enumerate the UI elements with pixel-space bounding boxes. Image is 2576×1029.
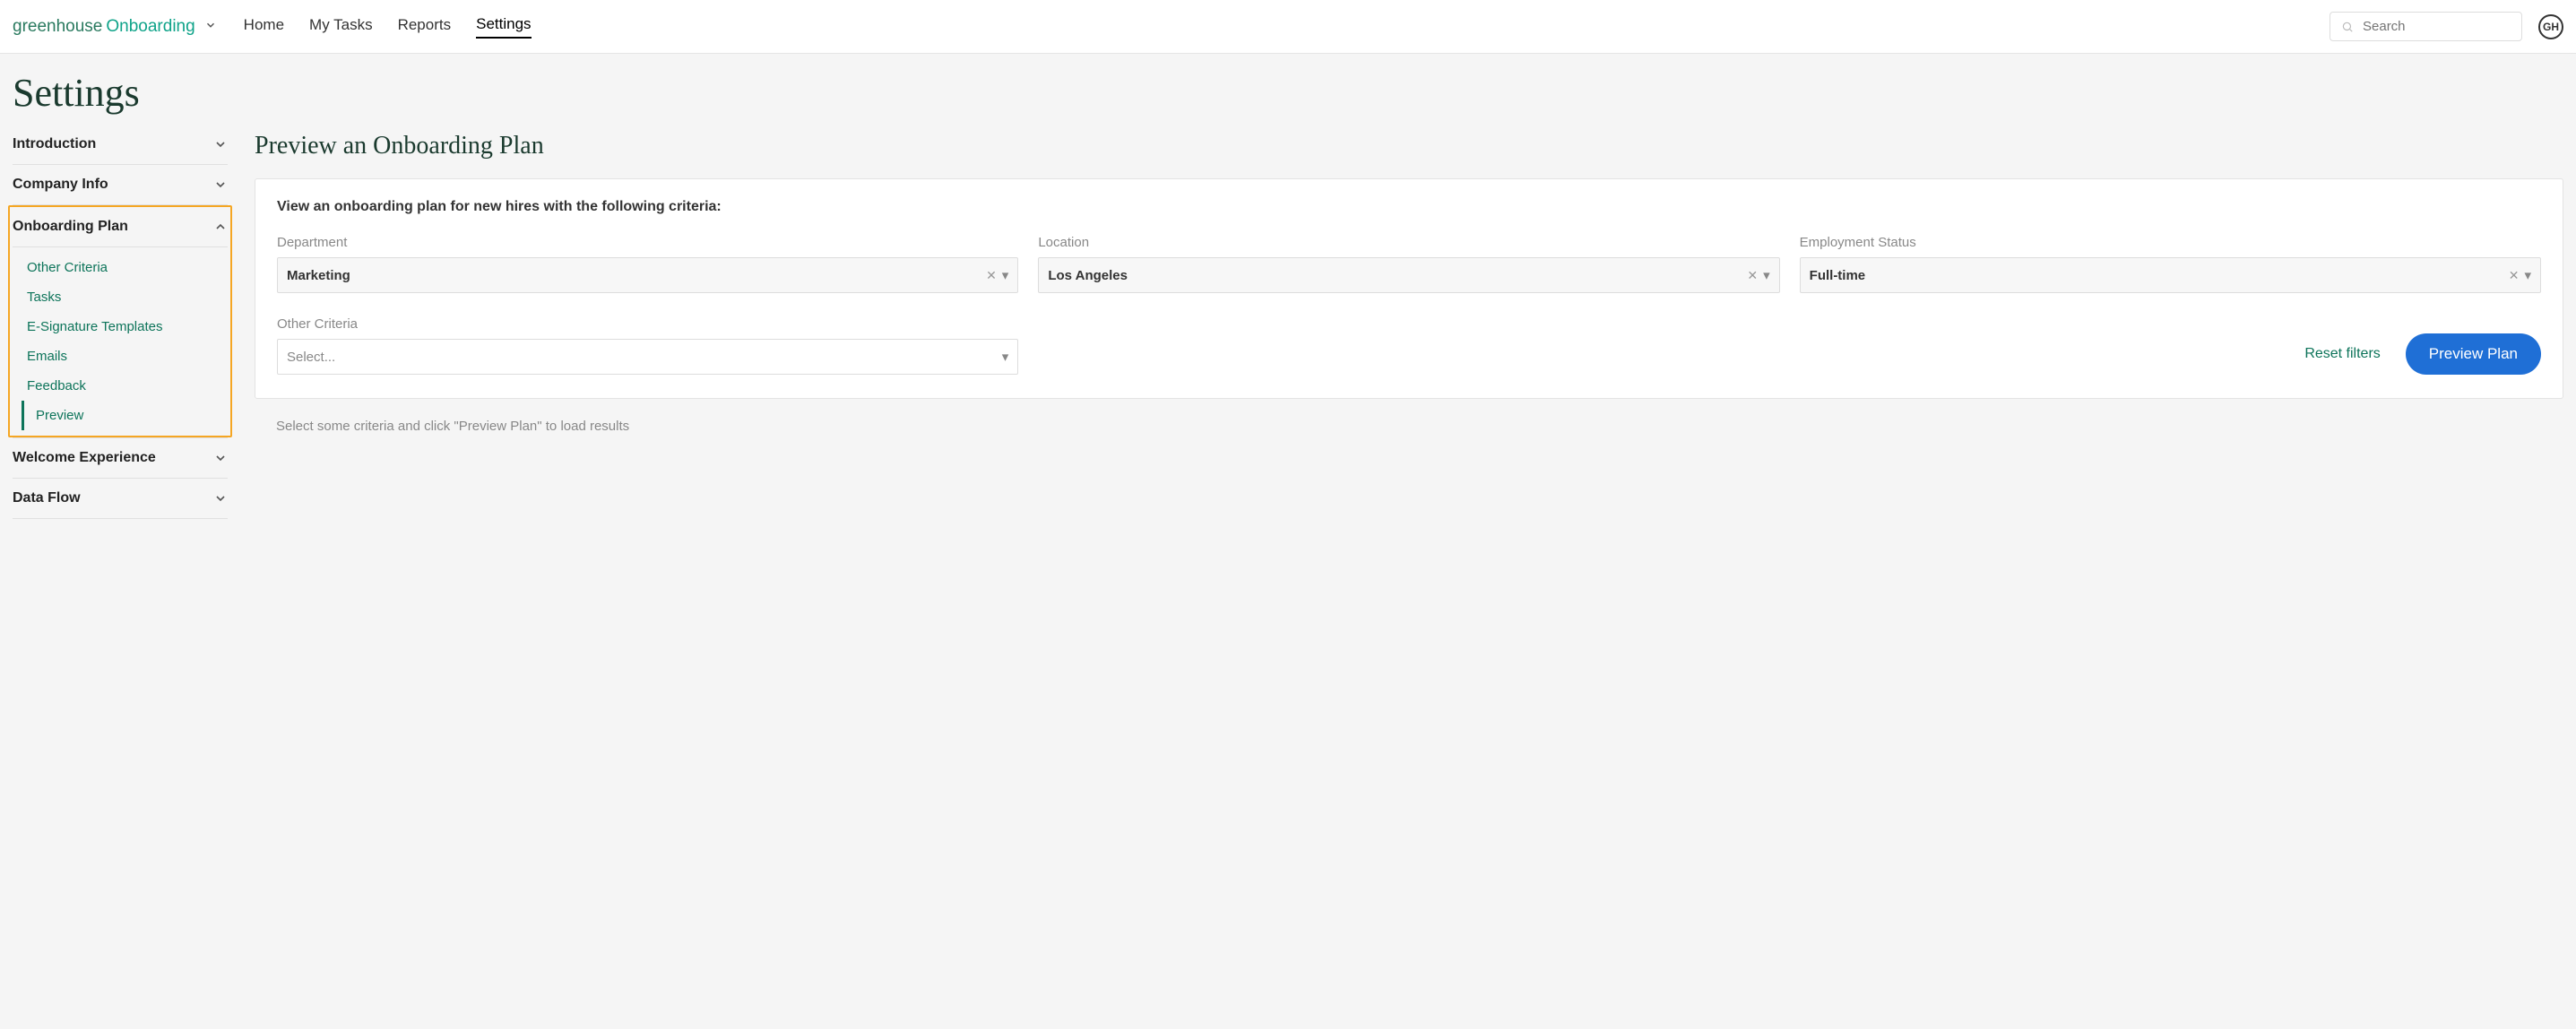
nav-reports[interactable]: Reports bbox=[398, 16, 452, 38]
sidebar-item-tasks[interactable]: Tasks bbox=[13, 282, 228, 312]
sidebar-section-welcome-experience: Welcome Experience bbox=[13, 437, 228, 479]
search-input[interactable] bbox=[2363, 19, 2511, 34]
sidebar-subitems: Other Criteria Tasks E-Signature Templat… bbox=[13, 246, 228, 436]
filter-label-location: Location bbox=[1038, 235, 1779, 250]
filter-row-1: Department Marketing ✕ ▾ Location Los An… bbox=[277, 235, 2541, 293]
sidebar-section-introduction: Introduction bbox=[13, 125, 228, 165]
chevron-down-icon bbox=[213, 137, 228, 151]
clear-icon[interactable]: ✕ bbox=[986, 268, 997, 283]
logo[interactable]: greenhouse Onboarding bbox=[13, 17, 217, 37]
reset-filters-link[interactable]: Reset filters bbox=[2304, 346, 2380, 362]
preview-plan-button[interactable]: Preview Plan bbox=[2406, 333, 2541, 375]
caret-down-icon: ▾ bbox=[1002, 349, 1009, 365]
clear-icon[interactable]: ✕ bbox=[1747, 268, 1758, 283]
sidebar-header-onboarding-plan[interactable]: Onboarding Plan bbox=[13, 207, 228, 246]
top-nav: greenhouse Onboarding Home My Tasks Repo… bbox=[0, 0, 2576, 54]
clear-icon[interactable]: ✕ bbox=[2509, 268, 2520, 283]
sidebar-item-other-criteria[interactable]: Other Criteria bbox=[13, 253, 228, 282]
dropdown-placeholder: Select... bbox=[287, 350, 1002, 365]
filter-row-2: Other Criteria Select... ▾ Reset filters… bbox=[277, 316, 2541, 375]
dropdown-value: Full-time bbox=[1810, 268, 2509, 283]
caret-down-icon: ▾ bbox=[1002, 267, 1009, 283]
sidebar-section-data-flow: Data Flow bbox=[13, 479, 228, 519]
results-hint: Select some criteria and click "Preview … bbox=[255, 419, 2563, 434]
main-title: Preview an Onboarding Plan bbox=[255, 132, 2563, 160]
sidebar-section-company-info: Company Info bbox=[13, 165, 228, 205]
dropdown-employment-status[interactable]: Full-time ✕ ▾ bbox=[1800, 257, 2541, 293]
caret-down-icon: ▾ bbox=[2524, 267, 2531, 283]
nav-links: Home My Tasks Reports Settings bbox=[244, 15, 532, 39]
filter-label-employment-status: Employment Status bbox=[1800, 235, 2541, 250]
filter-other-criteria: Other Criteria Select... ▾ bbox=[277, 316, 1018, 375]
nav-settings[interactable]: Settings bbox=[476, 15, 531, 39]
sidebar-label: Introduction bbox=[13, 136, 96, 152]
filter-label-other: Other Criteria bbox=[277, 316, 1018, 332]
chevron-down-icon bbox=[213, 451, 228, 465]
chevron-down-icon bbox=[213, 491, 228, 506]
dropdown-value: Los Angeles bbox=[1048, 268, 1747, 283]
nav-home[interactable]: Home bbox=[244, 16, 284, 38]
sidebar-section-onboarding-plan-highlight: Onboarding Plan Other Criteria Tasks E-S… bbox=[8, 205, 232, 437]
search-box[interactable] bbox=[2330, 12, 2522, 41]
sidebar-item-emails[interactable]: Emails bbox=[13, 342, 228, 371]
chevron-down-icon bbox=[213, 177, 228, 192]
logo-brand: greenhouse bbox=[13, 17, 102, 37]
search-icon bbox=[2341, 21, 2354, 33]
caret-down-icon: ▾ bbox=[1763, 267, 1770, 283]
sidebar-item-preview[interactable]: Preview bbox=[22, 401, 228, 430]
sidebar-header-data-flow[interactable]: Data Flow bbox=[13, 479, 228, 518]
sidebar-label: Welcome Experience bbox=[13, 450, 156, 466]
main-content: Preview an Onboarding Plan View an onboa… bbox=[255, 125, 2563, 519]
sidebar-header-company-info[interactable]: Company Info bbox=[13, 165, 228, 204]
sidebar-item-feedback[interactable]: Feedback bbox=[13, 371, 228, 401]
dropdown-other-criteria[interactable]: Select... ▾ bbox=[277, 339, 1018, 375]
nav-my-tasks[interactable]: My Tasks bbox=[309, 16, 373, 38]
logo-product: Onboarding bbox=[106, 17, 194, 37]
sidebar-item-esignature-templates[interactable]: E-Signature Templates bbox=[13, 312, 228, 342]
avatar-initials: GH bbox=[2543, 21, 2559, 33]
page-title: Settings bbox=[0, 54, 2576, 125]
dropdown-value: Marketing bbox=[287, 268, 986, 283]
filter-employment-status: Employment Status Full-time ✕ ▾ bbox=[1800, 235, 2541, 293]
filter-department: Department Marketing ✕ ▾ bbox=[277, 235, 1018, 293]
sidebar-header-introduction[interactable]: Introduction bbox=[13, 125, 228, 164]
filter-actions: Reset filters Preview Plan bbox=[1038, 333, 2541, 375]
card-heading: View an onboarding plan for new hires wi… bbox=[277, 199, 2541, 215]
sidebar-header-welcome-experience[interactable]: Welcome Experience bbox=[13, 438, 228, 478]
preview-criteria-card: View an onboarding plan for new hires wi… bbox=[255, 178, 2563, 399]
sidebar-label: Company Info bbox=[13, 177, 108, 193]
chevron-up-icon bbox=[213, 220, 228, 234]
filter-location: Location Los Angeles ✕ ▾ bbox=[1038, 235, 1779, 293]
settings-sidebar: Introduction Company Info Onboarding Pla… bbox=[13, 125, 228, 519]
sidebar-label: Onboarding Plan bbox=[13, 219, 128, 235]
dropdown-department[interactable]: Marketing ✕ ▾ bbox=[277, 257, 1018, 293]
sidebar-label: Data Flow bbox=[13, 490, 81, 506]
product-switcher-chevron-icon[interactable] bbox=[204, 19, 217, 35]
avatar[interactable]: GH bbox=[2538, 14, 2563, 39]
sidebar-section-onboarding-plan: Onboarding Plan Other Criteria Tasks E-S… bbox=[13, 207, 228, 436]
dropdown-location[interactable]: Los Angeles ✕ ▾ bbox=[1038, 257, 1779, 293]
filter-label-department: Department bbox=[277, 235, 1018, 250]
